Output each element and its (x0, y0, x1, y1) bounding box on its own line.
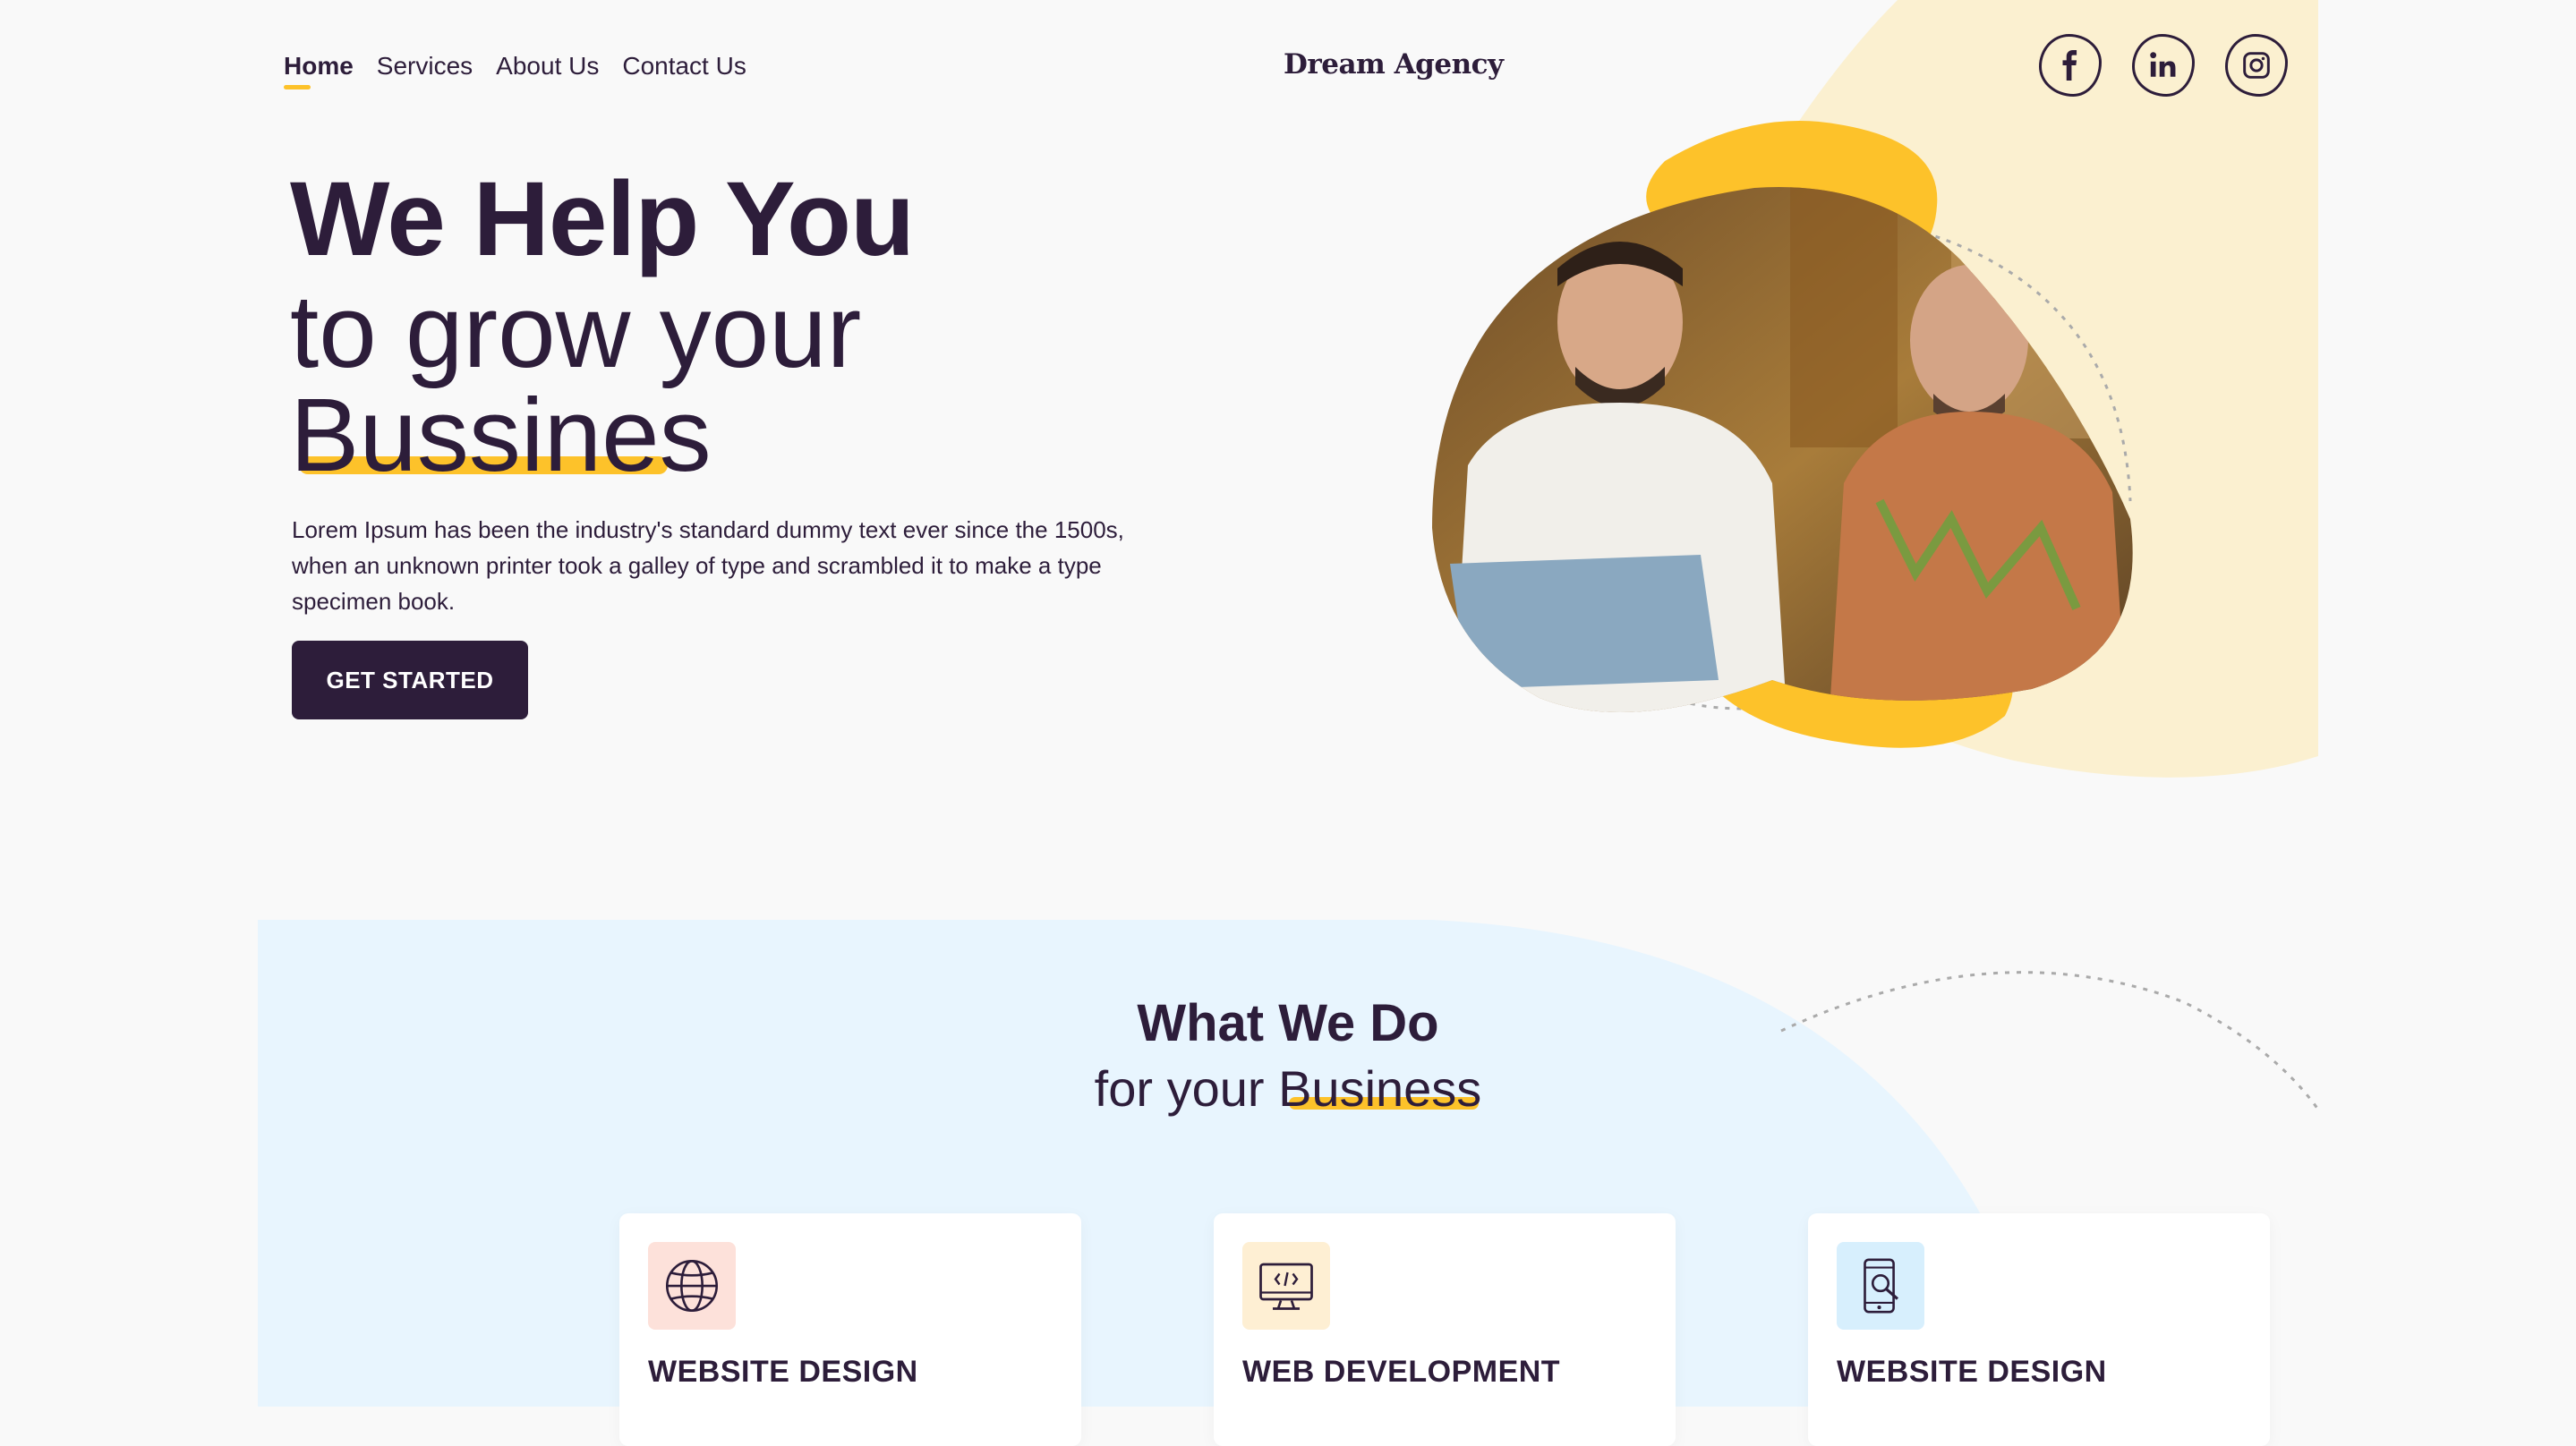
service-card-website-design[interactable]: WEBSITE DESIGN (619, 1213, 1081, 1446)
facebook-icon (2062, 50, 2077, 81)
globe-icon (665, 1259, 719, 1313)
hero-paragraph: Lorem Ipsum has been the industry's stan… (292, 516, 1124, 615)
facebook-button[interactable] (2039, 34, 2102, 97)
nav-about-us[interactable]: About Us (496, 52, 599, 81)
linkedin-icon (2150, 52, 2176, 77)
nav-contact-us[interactable]: Contact Us (622, 52, 746, 81)
services-title: What We Do (1137, 994, 1439, 1052)
services-subtitle: for your Business (0, 1059, 2576, 1118)
brand-logo[interactable]: Dream Agency (1284, 48, 1504, 81)
card-title: WEBSITE DESIGN (1837, 1355, 2107, 1389)
services-subtitle-highlight: Business (1278, 1060, 1482, 1117)
card-icon-bg (1837, 1242, 1924, 1330)
card-title: WEB DEVELOPMENT (1242, 1355, 1561, 1389)
service-card-web-development[interactable]: WEB DEVELOPMENT (1214, 1213, 1676, 1446)
card-icon-bg (648, 1242, 736, 1330)
hero-heading-line2: to grow your (290, 273, 862, 389)
hero-heading-line3: Bussines (290, 377, 712, 493)
services-subtitle-prefix: for your (1094, 1060, 1279, 1117)
nav-services[interactable]: Services (377, 52, 473, 81)
hero-heading-line1: We Help You (290, 160, 915, 278)
nav-home[interactable]: Home (284, 52, 354, 89)
instagram-button[interactable] (2225, 34, 2288, 97)
main-nav: Home Services About Us Contact Us (284, 52, 746, 89)
card-title: WEBSITE DESIGN (648, 1355, 918, 1389)
get-started-button[interactable]: GET STARTED (292, 641, 528, 719)
hero-image (1432, 121, 2133, 748)
card-icon-bg (1242, 1242, 1330, 1330)
mobile-search-icon (1864, 1258, 1899, 1314)
linkedin-button[interactable] (2132, 34, 2195, 97)
instagram-icon (2243, 52, 2270, 79)
service-card-website-design-2[interactable]: WEBSITE DESIGN (1808, 1213, 2270, 1446)
monitor-code-icon (1259, 1263, 1313, 1310)
